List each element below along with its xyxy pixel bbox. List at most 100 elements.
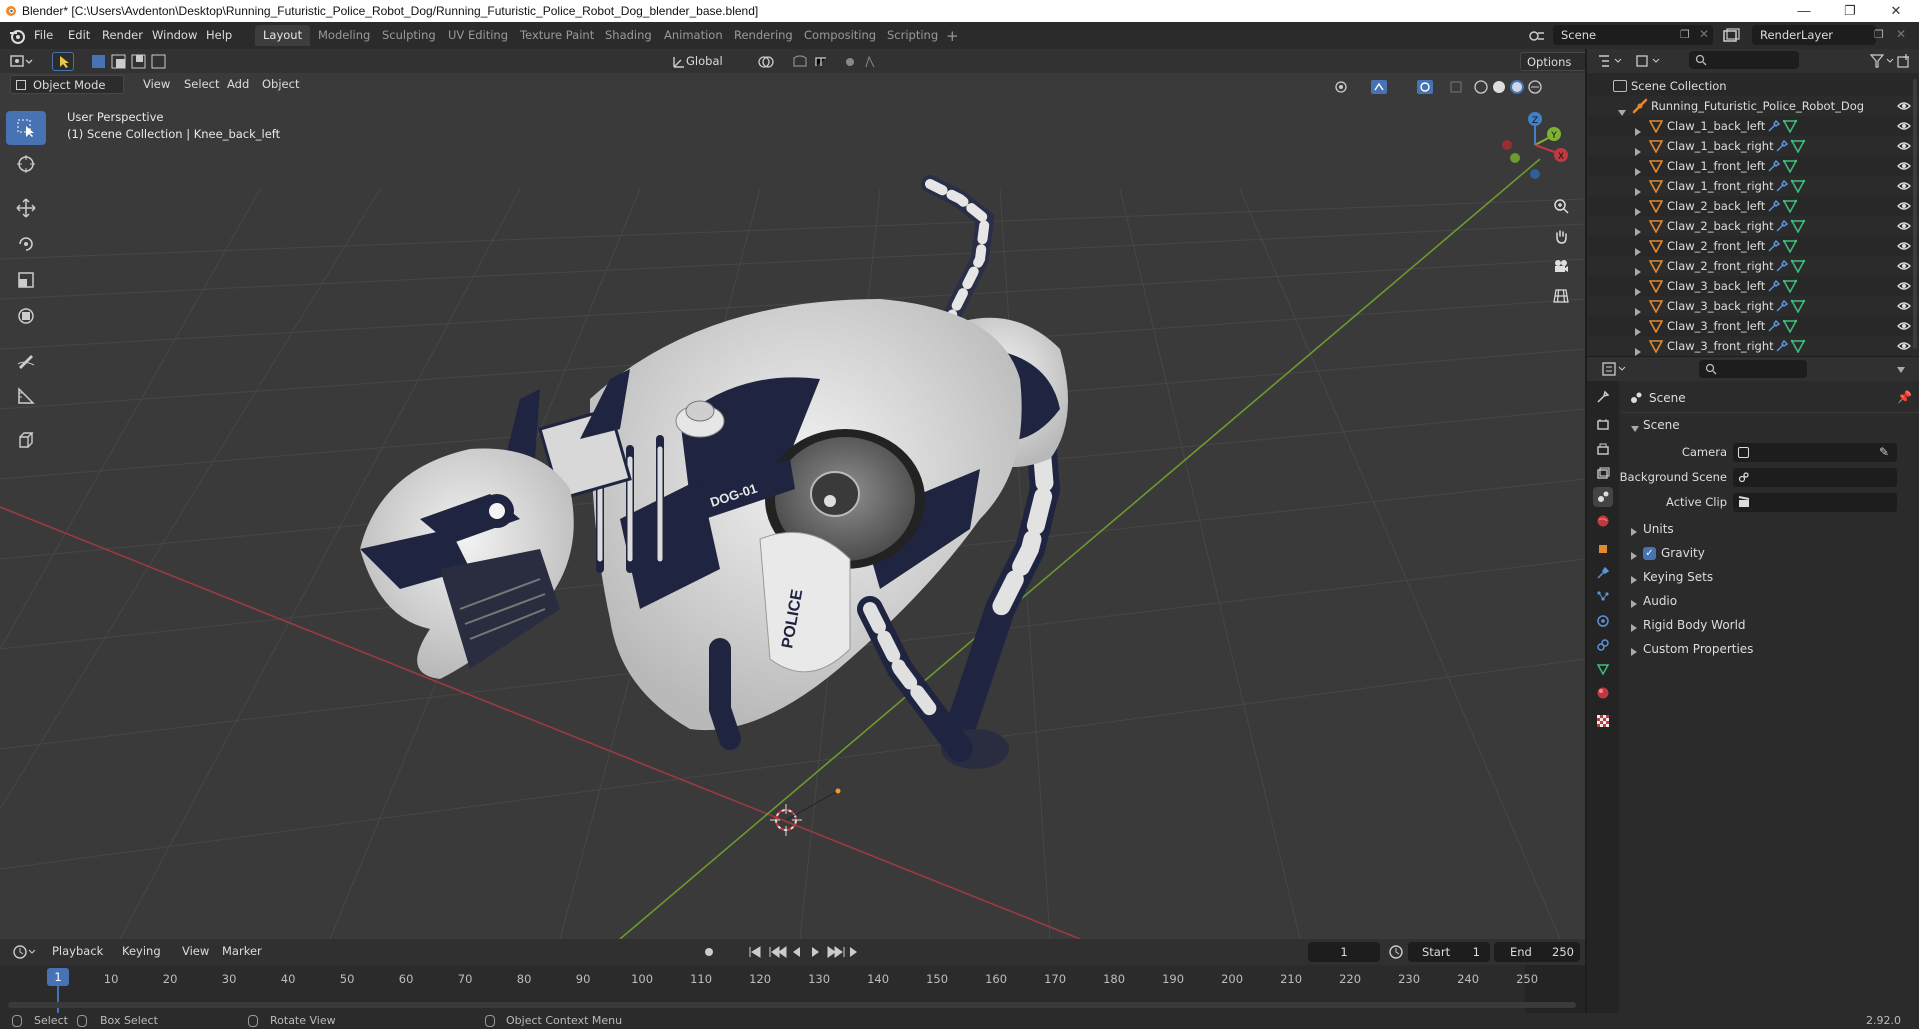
tab-animation[interactable]: Animation — [656, 25, 731, 46]
subpanel-units[interactable]: Units — [1621, 519, 1919, 541]
mesh-data-icon[interactable] — [1782, 119, 1798, 134]
modifier-wrench-icon[interactable] — [1775, 299, 1789, 313]
outliner-object-row[interactable]: Claw_1_front_left — [1587, 156, 1919, 176]
menu-render[interactable]: Render — [96, 26, 149, 45]
properties-options-icon[interactable] — [1897, 363, 1905, 376]
pin-icon[interactable]: 📌 — [1897, 390, 1912, 404]
outliner-object-row[interactable]: Claw_2_back_left — [1587, 196, 1919, 216]
modifier-wrench-icon[interactable] — [1767, 119, 1781, 133]
visibility-eye-icon[interactable] — [1897, 319, 1911, 333]
tab-rendering[interactable]: Rendering — [726, 25, 801, 46]
preview-range-icon[interactable] — [1388, 944, 1404, 960]
mesh-data-icon[interactable] — [1782, 159, 1798, 174]
cursor-tool[interactable] — [6, 147, 46, 181]
move-tool[interactable] — [6, 191, 46, 225]
editor-type-icon[interactable] — [10, 53, 34, 70]
blender-menu-icon[interactable] — [8, 27, 26, 45]
menu-help[interactable]: Help — [200, 26, 238, 45]
tab-compositing[interactable]: Compositing — [796, 25, 884, 46]
background-scene-field[interactable] — [1733, 468, 1897, 487]
tool-tab-icon[interactable] — [1593, 387, 1613, 407]
visibility-eye-icon[interactable] — [1897, 119, 1911, 133]
mesh-data-icon[interactable] — [1790, 179, 1806, 194]
scene-remove-icon[interactable]: ✕ — [1699, 27, 1709, 41]
tab-modeling[interactable]: Modeling — [310, 25, 378, 46]
camera-view-icon[interactable] — [1547, 252, 1575, 280]
outliner-object-row[interactable]: Claw_2_front_right — [1587, 256, 1919, 276]
eyedropper-icon[interactable]: ✎ — [1879, 445, 1889, 459]
viewport-menu-select[interactable]: Select — [178, 75, 225, 94]
timeline-scrollbar[interactable] — [8, 1002, 1576, 1008]
start-frame-field[interactable]: Start 1 — [1408, 942, 1490, 962]
outliner-object-row[interactable]: Claw_3_front_left — [1587, 316, 1919, 336]
visibility-eye-icon[interactable] — [1897, 199, 1911, 213]
renderlayer-field[interactable]: RenderLayer — [1752, 25, 1876, 45]
scale-tool[interactable] — [6, 263, 46, 297]
maximize-button[interactable]: ❐ — [1827, 0, 1873, 22]
filter-icon[interactable] — [1869, 53, 1897, 69]
3d-viewport[interactable]: DOG-01 POLICE Global Options Object Mode… — [0, 49, 1585, 939]
subpanel-custom-properties[interactable]: Custom Properties — [1621, 639, 1919, 661]
mesh-data-icon[interactable] — [1782, 239, 1798, 254]
subpanel-keying-sets[interactable]: Keying Sets — [1621, 567, 1919, 589]
visibility-eye-icon[interactable] — [1897, 299, 1911, 313]
visibility-eye-icon[interactable] — [1897, 219, 1911, 233]
physics-tab-icon[interactable] — [1593, 611, 1613, 631]
scene-panel-toggle-icon[interactable] — [1631, 422, 1639, 435]
pivot-snap-icons[interactable] — [756, 54, 876, 70]
transform-tool[interactable] — [6, 299, 46, 333]
tab-scripting[interactable]: Scripting — [879, 25, 946, 46]
playhead[interactable]: 1 — [47, 968, 69, 986]
outliner-editor-type-icon[interactable] — [1597, 53, 1625, 69]
renderlayer-copy-icon[interactable]: ❐ — [1874, 28, 1884, 41]
scene-browse-icon[interactable] — [1527, 27, 1547, 45]
outliner-scrollbar[interactable] — [1913, 79, 1917, 349]
navigation-gizmo[interactable]: Z Y X — [1490, 105, 1570, 185]
modifier-wrench-icon[interactable] — [1775, 179, 1789, 193]
measure-tool[interactable] — [6, 379, 46, 413]
select-mode-icon[interactable] — [52, 52, 74, 71]
material-tab-icon[interactable] — [1593, 683, 1613, 703]
outliner-collection-row[interactable]: Running_Futuristic_Police_Robot_Dog — [1587, 96, 1919, 116]
outliner-object-row[interactable]: Claw_3_back_right — [1587, 296, 1919, 316]
select-box-modes-icon[interactable] — [90, 53, 180, 70]
visibility-eye-icon[interactable] — [1897, 259, 1911, 273]
subpanel-audio[interactable]: Audio — [1621, 591, 1919, 613]
timeline-menu-marker[interactable]: Marker — [216, 942, 268, 961]
mesh-data-icon[interactable] — [1790, 139, 1806, 154]
modifier-tab-icon[interactable] — [1593, 563, 1613, 583]
visibility-eye-icon[interactable] — [1897, 99, 1911, 113]
visibility-eye-icon[interactable] — [1897, 279, 1911, 293]
close-button[interactable]: ✕ — [1873, 0, 1919, 22]
menu-window[interactable]: Window — [146, 26, 203, 45]
timeline-menu-keying[interactable]: Keying — [116, 942, 177, 961]
mesh-data-icon[interactable] — [1782, 279, 1798, 294]
visibility-eye-icon[interactable] — [1897, 139, 1911, 153]
constraints-tab-icon[interactable] — [1593, 635, 1613, 655]
particles-tab-icon[interactable] — [1593, 587, 1613, 607]
select-box-tool[interactable] — [6, 111, 46, 145]
outliner-scene-collection[interactable]: Scene Collection — [1587, 76, 1919, 96]
render-tab-icon[interactable] — [1593, 415, 1613, 435]
viewport-menu-view[interactable]: View — [137, 75, 176, 94]
outliner-object-row[interactable]: Claw_2_front_left — [1587, 236, 1919, 256]
modifier-wrench-icon[interactable] — [1767, 159, 1781, 173]
outliner-object-row[interactable]: Claw_1_front_right — [1587, 176, 1919, 196]
object-tab-icon[interactable] — [1593, 539, 1613, 559]
viewport-menu-object[interactable]: Object — [256, 75, 305, 94]
outliner-object-row[interactable]: Claw_2_back_right — [1587, 216, 1919, 236]
outliner-object-row[interactable]: Claw_1_back_left — [1587, 116, 1919, 136]
data-tab-icon[interactable] — [1593, 659, 1613, 679]
world-tab-icon[interactable] — [1593, 511, 1613, 531]
scene-panel-header[interactable]: Scene — [1643, 418, 1680, 432]
properties-editor-type-icon[interactable] — [1601, 361, 1629, 377]
tab-uv-editing[interactable]: UV Editing — [440, 25, 516, 46]
outliner-object-row[interactable]: Claw_3_back_left — [1587, 276, 1919, 296]
modifier-wrench-icon[interactable] — [1767, 199, 1781, 213]
subpanel-rigid-body-world[interactable]: Rigid Body World — [1621, 615, 1919, 637]
active-clip-field[interactable] — [1733, 493, 1897, 512]
visibility-eye-icon[interactable] — [1897, 339, 1911, 353]
visibility-eye-icon[interactable] — [1897, 179, 1911, 193]
timeline-menu-playback[interactable]: Playback — [46, 942, 119, 961]
mesh-data-icon[interactable] — [1790, 299, 1806, 314]
